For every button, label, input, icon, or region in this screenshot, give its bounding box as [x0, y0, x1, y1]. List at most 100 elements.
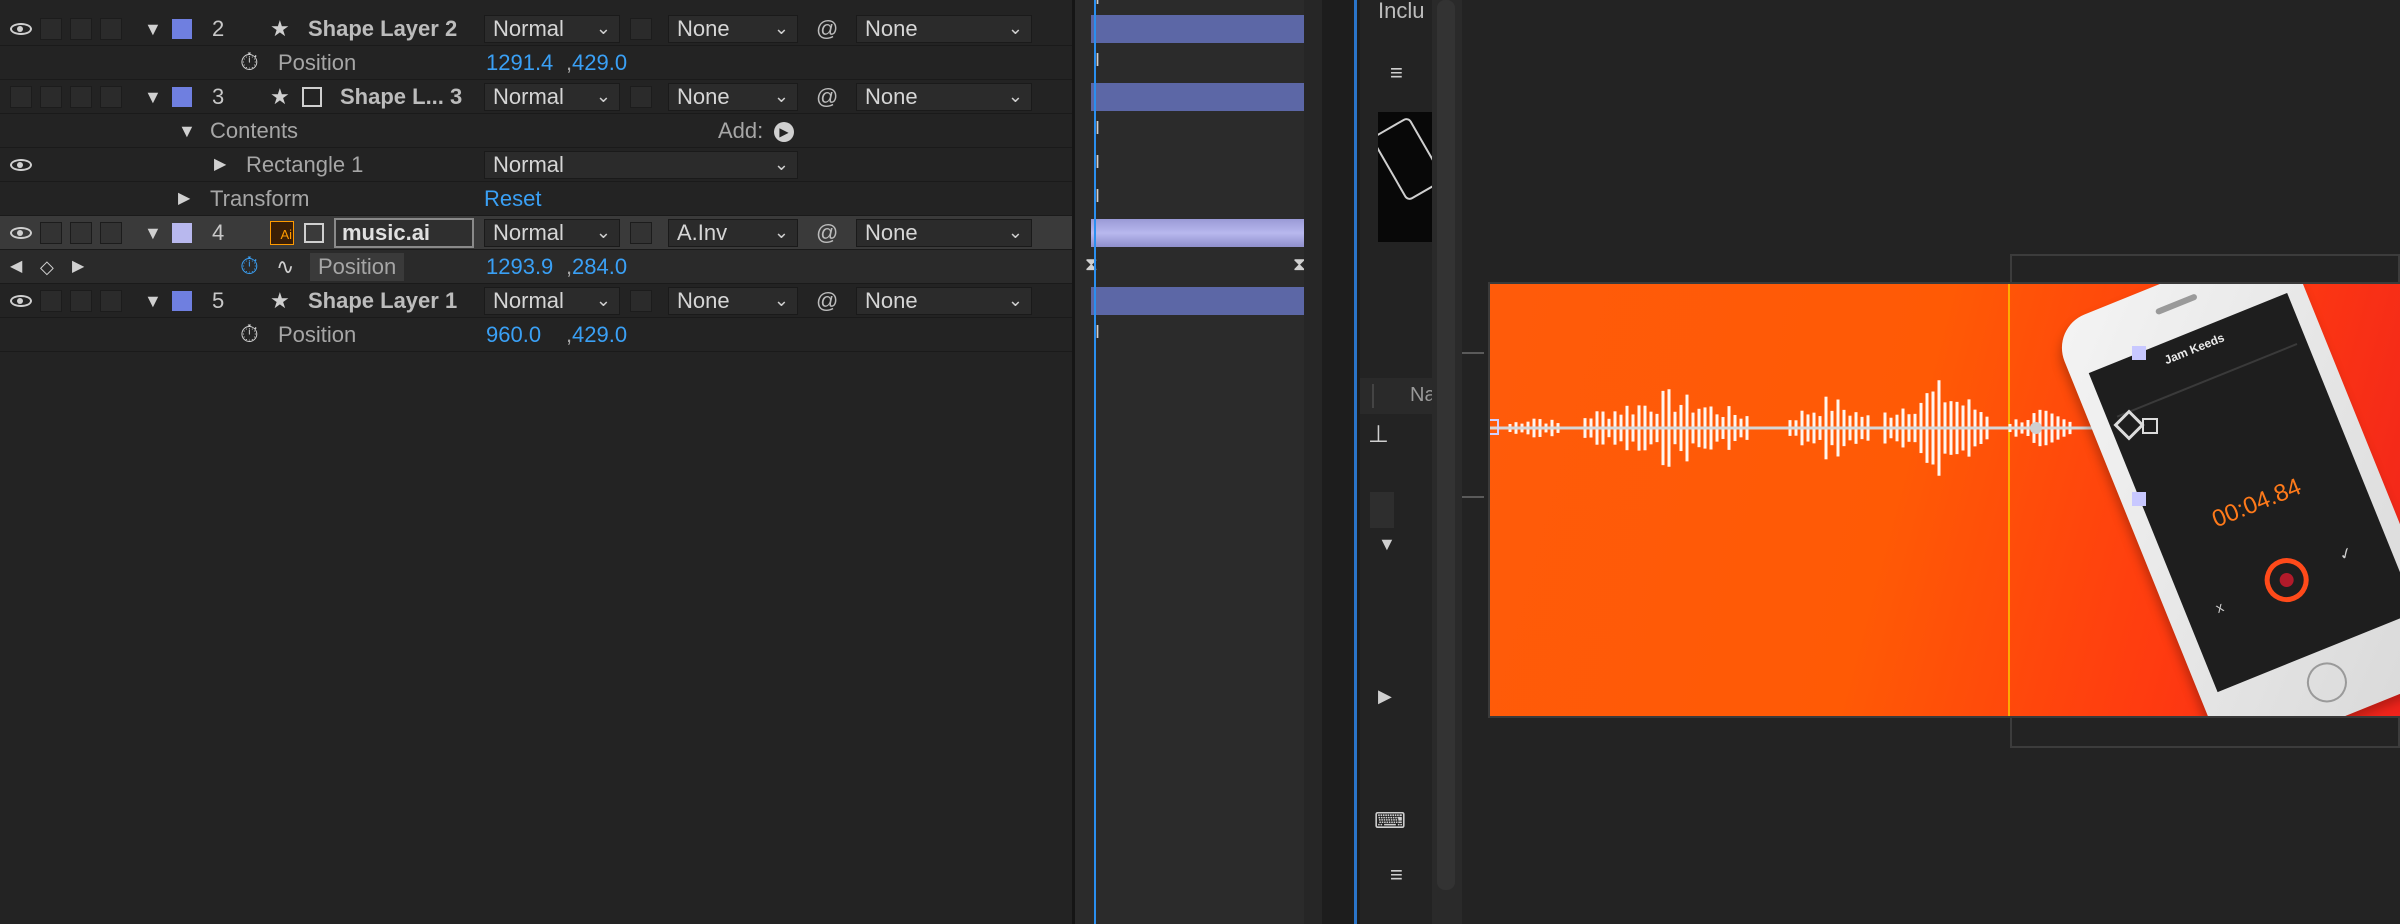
track-matte-dropdown[interactable]: None ⌄ — [668, 83, 798, 111]
layer-name[interactable]: Shape Layer 1 — [308, 284, 457, 318]
layer-bar-3[interactable] — [1091, 83, 1317, 111]
menu-icon[interactable]: ≡ — [1390, 862, 1403, 888]
prev-keyframe-icon[interactable]: ◀ — [10, 250, 22, 284]
cancel-icon[interactable]: x — [2213, 598, 2225, 615]
visibility-eye-icon[interactable] — [10, 23, 32, 35]
visibility-toggle[interactable] — [10, 86, 32, 108]
layer-bar-5[interactable] — [1091, 287, 1317, 315]
parent-dropdown[interactable]: None ⌄ — [856, 15, 1032, 43]
stopwatch-icon[interactable]: ⏱ — [240, 318, 259, 352]
pickwhip-spiral-icon[interactable]: @ — [816, 80, 838, 114]
solo-toggle[interactable] — [70, 290, 92, 312]
label-color-swatch[interactable] — [172, 19, 192, 39]
property-row-position[interactable]: ⏱ Position 1291.4 , 429.0 — [0, 46, 1072, 80]
audio-toggle[interactable] — [40, 18, 62, 40]
blend-mode-dropdown[interactable]: Normal ⌄ — [484, 287, 620, 315]
label-color-swatch[interactable] — [172, 223, 192, 243]
rectangle-blend-dropdown[interactable]: Normal ⌄ — [484, 151, 798, 179]
layer-bar-2[interactable] — [1091, 15, 1317, 43]
expand-triangle-icon[interactable]: ▼ — [144, 216, 162, 250]
current-time-indicator[interactable] — [1094, 0, 1096, 924]
label-color-swatch[interactable] — [172, 291, 192, 311]
visibility-eye-icon[interactable] — [10, 227, 32, 239]
visibility-eye-icon[interactable] — [10, 159, 32, 171]
collapse-triangle-icon[interactable]: ▶ — [214, 148, 226, 182]
solo-toggle[interactable] — [70, 222, 92, 244]
timeline-panel[interactable]: I I I I I ⧗ ⧗ I — [1072, 0, 1325, 924]
expand-triangle-icon[interactable]: ▼ — [178, 114, 196, 148]
blend-mode-dropdown[interactable]: Normal ⌄ — [484, 219, 620, 247]
stopwatch-icon[interactable]: ⏱ — [240, 46, 259, 80]
parent-dropdown[interactable]: None ⌄ — [856, 219, 1032, 247]
pickwhip-spiral-icon[interactable]: @ — [816, 284, 838, 318]
next-keyframe-icon[interactable]: ▶ — [72, 250, 84, 284]
confirm-icon[interactable]: ✓ — [2336, 542, 2356, 566]
position-handle[interactable] — [2142, 418, 2158, 434]
folder-expand-icon[interactable]: ▼ — [1378, 534, 1396, 555]
position-y-value[interactable]: 429.0 — [572, 46, 627, 80]
layer-row-5[interactable]: ▼ 5 ★ Shape Layer 1 Normal ⌄ None ⌄ @ None… — [0, 284, 1072, 318]
track-matte-dropdown[interactable]: None ⌄ — [668, 287, 798, 315]
position-x-value[interactable]: 1293.9 — [486, 250, 553, 284]
label-color-swatch[interactable] — [172, 87, 192, 107]
position-y-value[interactable]: 284.0 — [572, 250, 627, 284]
lock-toggle[interactable] — [100, 290, 122, 312]
motion-path-point[interactable] — [2030, 422, 2042, 434]
expand-triangle-icon[interactable]: ▼ — [144, 284, 162, 318]
position-y-value[interactable]: 429.0 — [572, 318, 627, 352]
add-play-icon[interactable]: ▶ — [774, 122, 794, 142]
rectangle-row[interactable]: ▶ Rectangle 1 Normal ⌄ — [0, 148, 1072, 182]
track-matte-dropdown[interactable]: A.Inv ⌄ — [668, 219, 798, 247]
menu-icon[interactable]: ≡ — [1390, 60, 1403, 86]
audio-toggle[interactable] — [40, 222, 62, 244]
expand-triangle-icon[interactable]: ▼ — [144, 12, 162, 46]
layer-row-2[interactable]: ▼ 2 ★ Shape Layer 2 Normal ⌄ None ⌄ @ None… — [0, 12, 1072, 46]
interpret-footage-icon[interactable]: ⌨ — [1374, 808, 1406, 834]
audio-toggle[interactable] — [40, 290, 62, 312]
lock-toggle[interactable] — [100, 18, 122, 40]
solo-toggle[interactable] — [70, 18, 92, 40]
expand-triangle-icon[interactable]: ▼ — [144, 80, 162, 114]
transform-handle[interactable] — [2132, 346, 2146, 360]
timeline-scroll-gutter[interactable] — [1304, 0, 1322, 924]
layer-row-4[interactable]: ▼ 4 Ai music.ai Normal ⌄ A.Inv ⌄ @ None ⌄ — [0, 216, 1072, 250]
footage-thumbnail[interactable] — [1378, 112, 1432, 242]
transform-row[interactable]: ▶ Transform Reset — [0, 182, 1072, 216]
lock-toggle[interactable] — [100, 86, 122, 108]
add-keyframe-icon[interactable]: ◇ — [40, 250, 54, 284]
property-row-position[interactable]: ⏱ Position 960.0 , 429.0 — [0, 318, 1072, 352]
parent-dropdown[interactable]: None ⌄ — [856, 287, 1032, 315]
preserve-transparency-toggle[interactable] — [630, 86, 652, 108]
collapse-triangle-icon[interactable]: ▶ — [178, 182, 190, 216]
visibility-eye-icon[interactable] — [10, 295, 32, 307]
transform-handle[interactable] — [2132, 492, 2146, 506]
preserve-transparency-toggle[interactable] — [630, 222, 652, 244]
contents-group-row[interactable]: ▼ Contents Add: ▶ — [0, 114, 1072, 148]
pickwhip-spiral-icon[interactable]: @ — [816, 216, 838, 250]
reset-link[interactable]: Reset — [484, 182, 541, 216]
position-x-value[interactable]: 960.0 — [486, 318, 541, 352]
preserve-transparency-toggle[interactable] — [630, 290, 652, 312]
lock-toggle[interactable] — [100, 222, 122, 244]
composition-frame[interactable]: Jam Keeds 00:04.84 x ✓ — [1488, 282, 2400, 718]
pickwhip-spiral-icon[interactable]: @ — [816, 12, 838, 46]
list-item[interactable] — [1370, 492, 1394, 528]
layer-name-field[interactable]: music.ai — [334, 218, 474, 248]
blend-mode-dropdown[interactable]: Normal ⌄ — [484, 83, 620, 111]
blend-mode-dropdown[interactable]: Normal ⌄ — [484, 15, 620, 43]
position-x-value[interactable]: 1291.4 — [486, 46, 553, 80]
property-row-position[interactable]: ◀ ◇ ▶ ⏱ ∿ Position 1293.9 , 284.0 — [0, 250, 1072, 284]
layer-name[interactable]: Shape L... 3 — [340, 80, 462, 114]
parent-dropdown[interactable]: None ⌄ — [856, 83, 1032, 111]
record-button[interactable] — [2258, 551, 2316, 609]
layer-row-3[interactable]: ▼ 3 ★ Shape L... 3 Normal ⌄ None ⌄ @ None ⌄ — [0, 80, 1072, 114]
folder-collapse-icon[interactable]: ▶ — [1378, 686, 1392, 707]
graph-icon[interactable]: ∿ — [276, 250, 294, 284]
track-matte-dropdown[interactable]: None ⌄ — [668, 15, 798, 43]
audio-toggle[interactable] — [40, 86, 62, 108]
scrollbar-thumb[interactable] — [1437, 0, 1455, 890]
solo-toggle[interactable] — [70, 86, 92, 108]
hierarchy-icon[interactable]: ⊥ — [1368, 420, 1389, 449]
preserve-transparency-toggle[interactable] — [630, 18, 652, 40]
layer-name[interactable]: Shape Layer 2 — [308, 12, 457, 46]
